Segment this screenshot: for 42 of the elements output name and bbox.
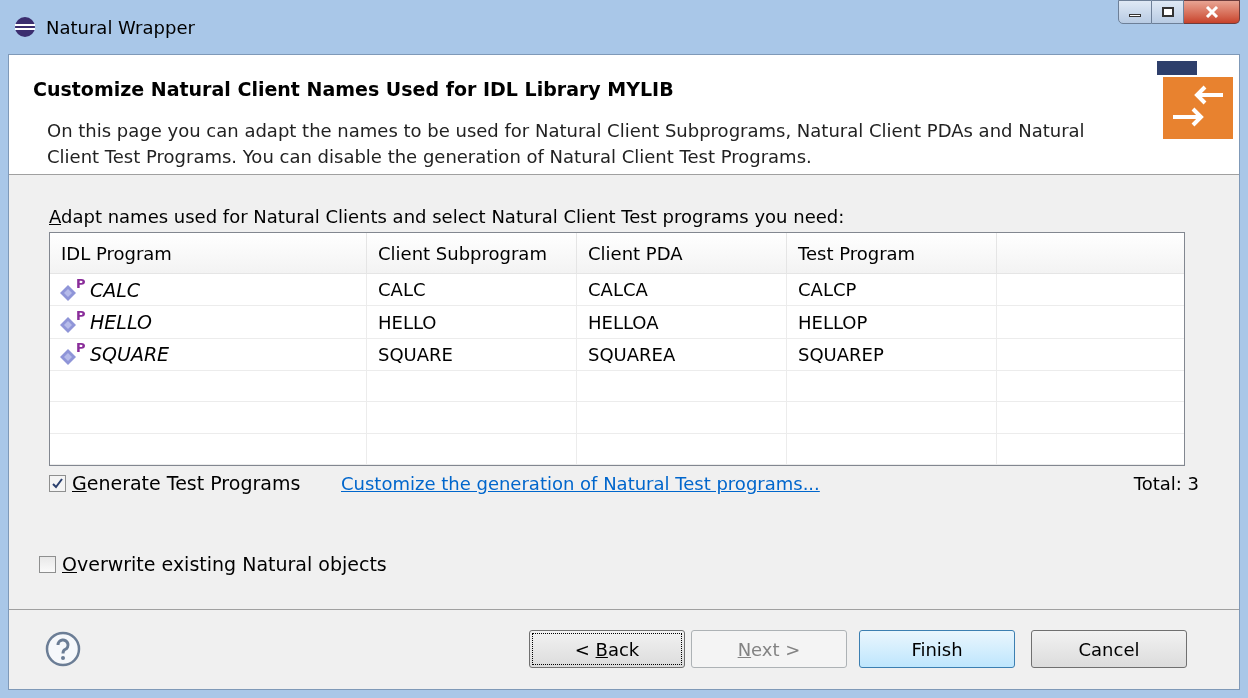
checkbox-label: Overwrite existing Natural objects [62, 552, 387, 577]
table-cell-text: HELLO [90, 309, 152, 335]
table-cell-text: SQUARE [90, 342, 170, 368]
minimize-button[interactable] [1118, 0, 1152, 24]
cancel-button[interactable]: Cancel [1031, 630, 1187, 669]
table-cell-text: HELLOA [588, 310, 659, 335]
diamond-icon [60, 317, 76, 334]
column-header[interactable]: Test Program [787, 233, 997, 274]
maximize-button[interactable] [1152, 0, 1184, 24]
table-cell-text: CALCP [798, 278, 857, 303]
back-button[interactable]: < Back [529, 630, 685, 669]
column-header[interactable]: Client PDA [577, 233, 787, 274]
finish-button[interactable]: Finish [859, 630, 1015, 669]
customize-link[interactable]: Customize the generation of Natural Test programs... [341, 469, 820, 497]
table-cell-text: CALC [378, 278, 426, 303]
close-button[interactable] [1184, 0, 1240, 24]
table-cell-text: CALC [90, 277, 141, 303]
window-title: Natural Wrapper [46, 15, 195, 40]
column-header[interactable]: Client Subprogram [367, 233, 577, 274]
table-cell-text: SQUAREP [798, 342, 884, 367]
app-icon [14, 16, 36, 38]
help-icon[interactable] [45, 631, 81, 668]
column-header[interactable]: IDL Program [50, 233, 367, 274]
checkbox-label: Generate Test Programs [72, 470, 301, 496]
page-description: On this page you can adapt the names to be used for Natural Client Subprograms, Natural Client PDAs and Natural Client Test Programs. You can disable the generation of Natural Client Test Programs. [46, 118, 1086, 169]
table-cell-text: HELLOP [798, 310, 868, 335]
program-type-letter: P [76, 341, 86, 355]
program-type-letter: P [76, 309, 86, 323]
diamond-icon [60, 349, 76, 366]
table-cell-text: SQUAREA [588, 342, 676, 367]
diamond-icon [60, 284, 76, 301]
close-icon [1204, 6, 1219, 18]
checkbox[interactable] [39, 555, 56, 573]
total-count: Total: 3 [1133, 471, 1199, 496]
table-cell-text: CALCA [588, 278, 648, 303]
checkbox[interactable] [49, 474, 66, 492]
table-label: Adapt names used for Natural Clients and select Natural Client Test programs you need: [49, 205, 846, 229]
table-cell-text: HELLO [378, 310, 437, 335]
program-type-letter: P [76, 276, 86, 290]
page-title: Customize Natural Client Names Used for IDL Library MYLIB [33, 77, 675, 102]
wizard-banner-icon [1157, 61, 1233, 139]
table-cell-text: SQUARE [378, 342, 453, 367]
